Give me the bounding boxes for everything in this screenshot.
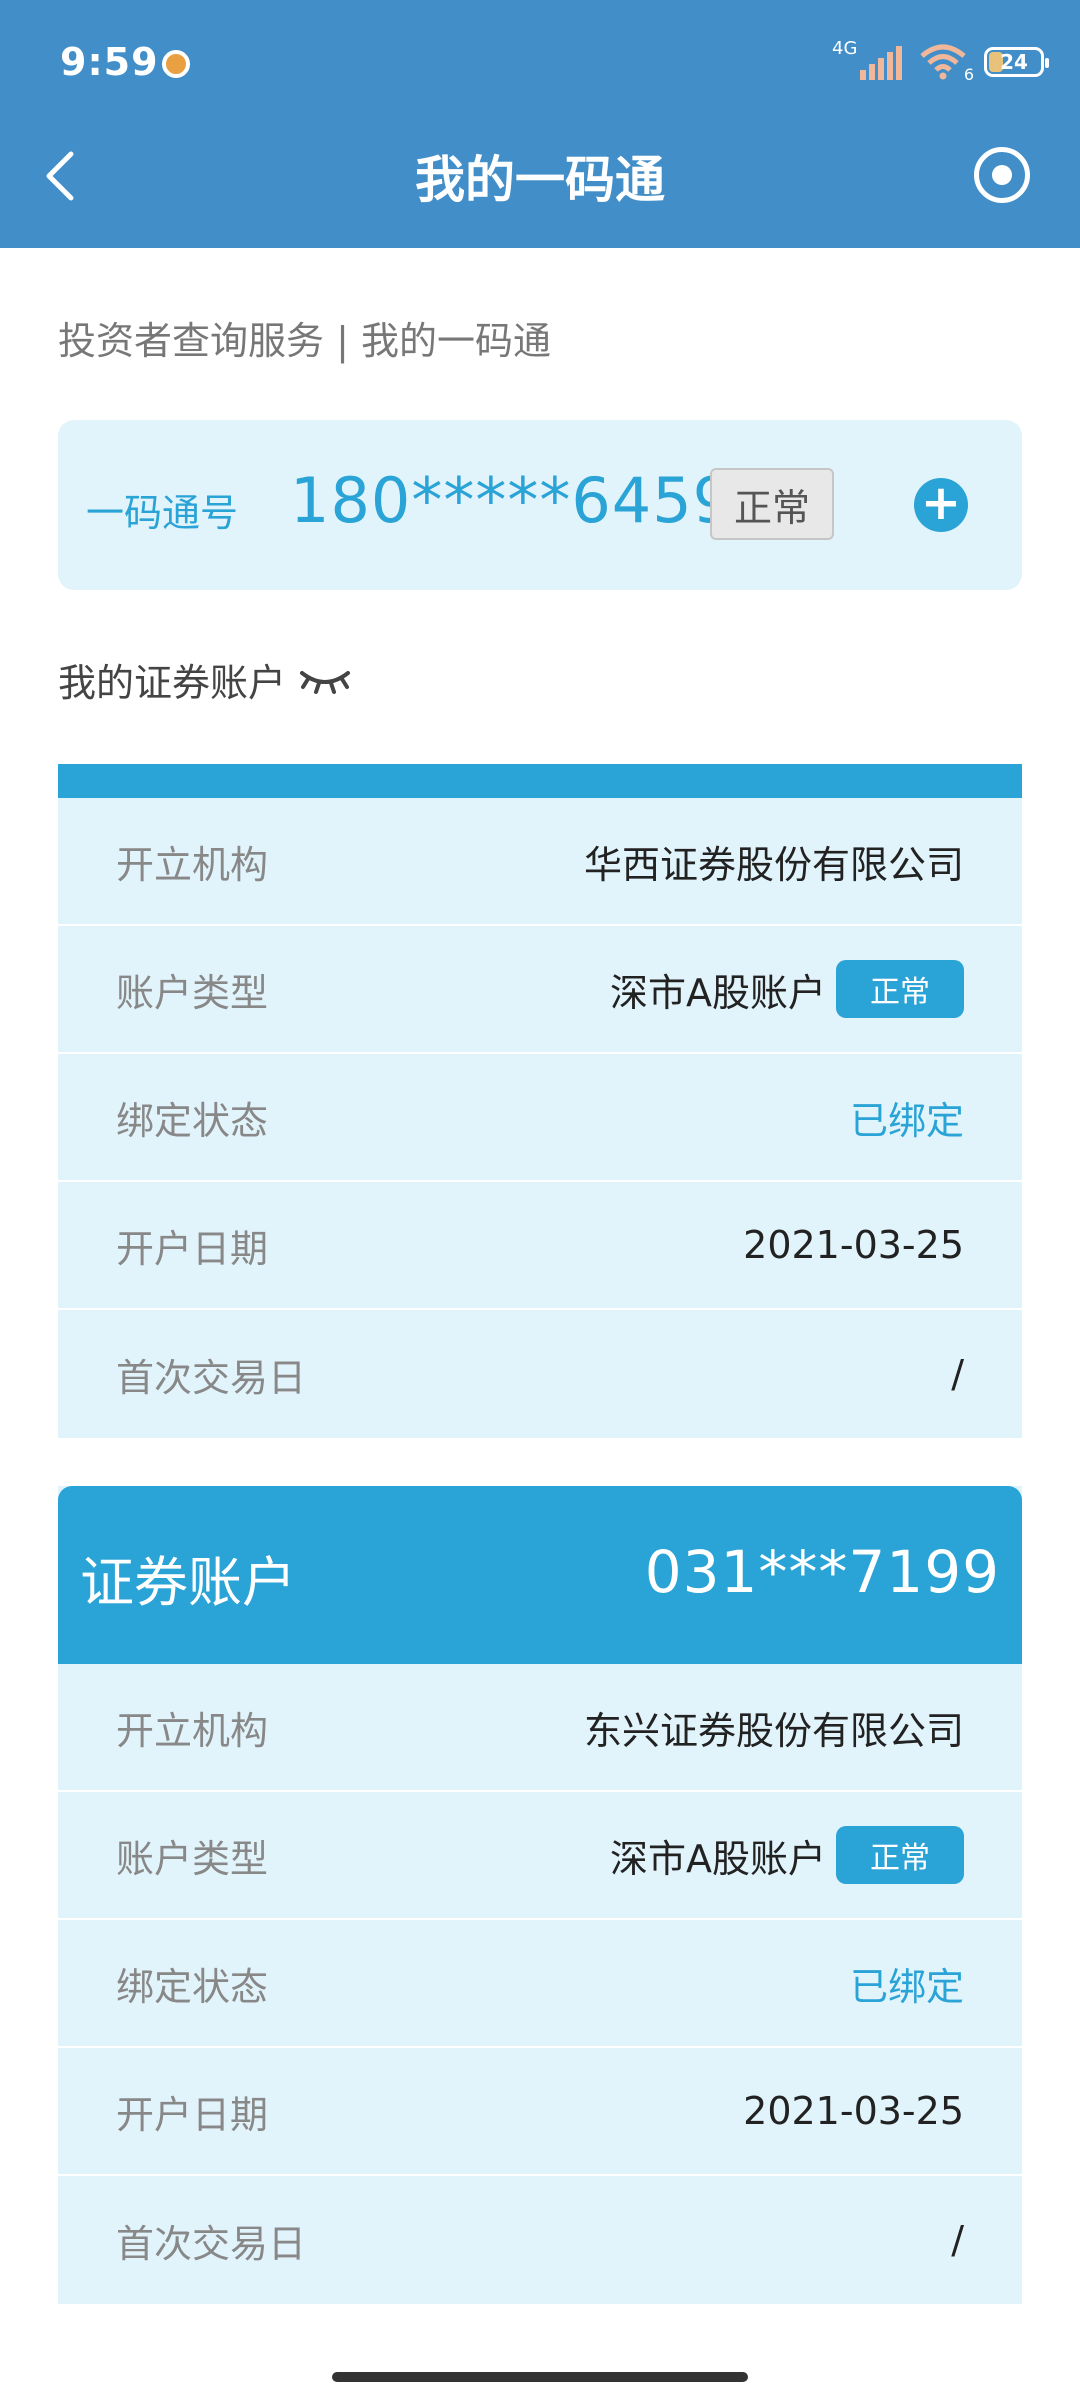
account-row: 账户类型 深市A股账户 正常 — [58, 1792, 1022, 1920]
wifi-icon: 6 — [918, 42, 974, 84]
account-type: 深市A股账户 — [610, 1836, 826, 1881]
plus-icon: + — [920, 475, 962, 531]
row-value: 东兴证券股份有限公司 — [583, 1708, 964, 1753]
wifi-label: 6 — [963, 65, 974, 84]
account-row: 首次交易日 / — [58, 1310, 1022, 1438]
row-label: 账户类型 — [116, 970, 269, 1015]
app-notification-icon — [162, 50, 190, 78]
binding-status: 已绑定 — [849, 1098, 964, 1143]
eye-closed-icon[interactable] — [298, 665, 352, 695]
account-header-title: 证券账户 — [80, 1551, 296, 1614]
code-status-badge: 正常 — [710, 468, 834, 540]
row-label: 绑定状态 — [116, 1098, 269, 1143]
section-title: 我的证券账户 — [58, 652, 352, 707]
network-type: 4G — [832, 38, 858, 59]
section-title-text: 我的证券账户 — [58, 661, 287, 705]
securities-account-card: 开立机构 华西证券股份有限公司 账户类型 深市A股账户 正常 绑定状态 已绑定 … — [58, 764, 1022, 1438]
account-row: 开立机构 东兴证券股份有限公司 — [58, 1664, 1022, 1792]
yimatong-card: 一码通号 180*****6459 正常 + — [58, 420, 1022, 590]
row-label: 开立机构 — [116, 842, 269, 887]
battery-level: 24 — [1000, 50, 1028, 74]
status-badge: 正常 — [836, 960, 964, 1018]
account-row: 首次交易日 / — [58, 2176, 1022, 2304]
home-indicator[interactable] — [332, 2372, 748, 2382]
row-label: 绑定状态 — [116, 1964, 269, 2009]
account-row: 开立机构 华西证券股份有限公司 — [58, 798, 1022, 926]
battery-icon: 24 — [984, 47, 1049, 77]
page-title: 我的一码通 — [415, 151, 665, 209]
account-number: 031***7199 — [644, 1538, 1000, 1606]
binding-status: 已绑定 — [849, 1964, 964, 2009]
account-header-strip — [58, 764, 1022, 798]
row-label: 账户类型 — [116, 1836, 269, 1881]
account-row: 开户日期 2021-03-25 — [58, 2048, 1022, 2176]
add-button[interactable]: + — [914, 478, 968, 532]
account-type: 深市A股账户 — [610, 970, 826, 1015]
row-label: 开立机构 — [116, 1708, 269, 1753]
record-button[interactable] — [974, 147, 1030, 203]
account-row: 绑定状态 已绑定 — [58, 1920, 1022, 2048]
row-value: / — [951, 2218, 964, 2262]
row-value: 2021-03-25 — [743, 2089, 964, 2133]
row-value: 深市A股账户 正常 — [610, 960, 964, 1018]
row-label: 开户日期 — [116, 2092, 269, 2137]
status-time: 9:59 — [60, 40, 159, 84]
status-bar: 9:59 4G 6 24 — [0, 0, 1080, 128]
code-label: 一码通号 — [86, 491, 239, 535]
code-number: 180*****6459 — [290, 464, 734, 537]
breadcrumb: 投资者查询服务 | 我的一码通 — [58, 319, 551, 363]
row-label: 首次交易日 — [116, 1355, 307, 1400]
status-badge: 正常 — [836, 1826, 964, 1884]
row-label: 开户日期 — [116, 1226, 269, 1271]
account-row: 绑定状态 已绑定 — [58, 1054, 1022, 1182]
securities-account-card: 证券账户 031***7199 开立机构 东兴证券股份有限公司 账户类型 深市A… — [58, 1486, 1022, 2304]
app-header: 9:59 4G 6 24 我的一码通 — [0, 0, 1080, 248]
signal-icon: 4G — [832, 38, 902, 82]
target-icon — [992, 165, 1012, 185]
row-value: / — [951, 1352, 964, 1396]
row-value: 华西证券股份有限公司 — [583, 842, 964, 887]
status-icons: 4G 6 24 — [832, 38, 1049, 84]
account-row: 账户类型 深市A股账户 正常 — [58, 926, 1022, 1054]
row-value: 2021-03-25 — [743, 1223, 964, 1267]
row-label: 首次交易日 — [116, 2221, 307, 2266]
account-row: 开户日期 2021-03-25 — [58, 1182, 1022, 1310]
row-value: 深市A股账户 正常 — [610, 1826, 964, 1884]
account-header: 证券账户 031***7199 — [58, 1486, 1022, 1664]
